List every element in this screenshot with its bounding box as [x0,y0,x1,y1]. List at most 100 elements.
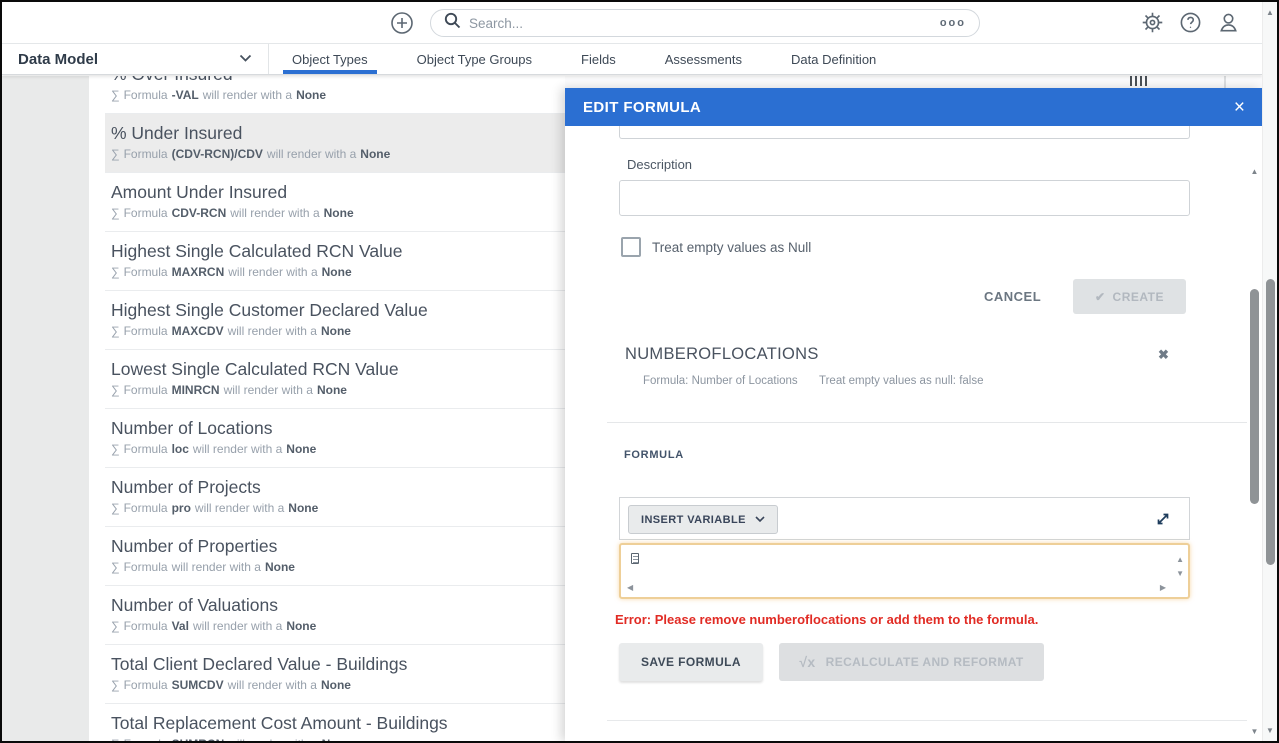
product-switcher[interactable]: Data Model [2,44,269,74]
formula-subtitle: ∑ Formula CDV-RCN will render with a Non… [111,206,565,220]
topbar-icons [1141,11,1240,34]
recalculate-label: RECALCULATE AND REFORMAT [826,655,1024,669]
nav-tabs: Object Types Object Type Groups Fields Asse… [290,44,878,74]
cancel-button[interactable]: CANCEL [984,289,1041,304]
treat-empty-null-checkbox[interactable] [621,237,641,257]
ellipsis-icon[interactable]: ooo [940,17,966,29]
formula-title: Total Replacement Cost Amount - Building… [111,712,565,735]
formula-subtitle: ∑ Formula MAXRCN will render with a None [111,265,565,279]
description-label: Description [627,157,692,172]
formula-title: Total Client Declared Value - Buildings [111,653,565,676]
tab-assessments[interactable]: Assessments [663,44,744,74]
formula-title: Number of Locations [111,417,565,440]
scroll-down-icon[interactable]: ▼ [1263,727,1277,735]
description-field[interactable] [619,180,1190,216]
sigma-icon: ∑ [111,501,120,515]
formula-list-panel: % Over Insured ∑ Formula -VAL will rende… [89,76,565,741]
divider [607,720,1247,721]
create-button-label: CREATE [1113,290,1164,304]
formula-list-item[interactable]: Total Replacement Cost Amount - Building… [105,704,565,741]
sigma-icon: ∑ [111,383,120,397]
formula-list-item[interactable]: Total Client Declared Value - Buildings … [105,645,565,704]
formula-error-message: Error: Please remove numberoflocations o… [615,612,1038,627]
insert-variable-button[interactable]: INSERT VARIABLE [628,505,778,534]
remove-variable-icon[interactable]: ✖ [1158,347,1169,363]
sigma-icon: ∑ [111,442,120,456]
formula-subtitle: ∑ Formula Val will render with a None [111,619,565,633]
formula-list-item[interactable]: Number of Locations ∑ Formula loc will r… [105,409,565,468]
scroll-up-icon[interactable]: ▲ [1248,168,1261,176]
search-bar[interactable]: ooo [430,9,980,37]
scrollbar-thumb[interactable] [1250,289,1259,504]
modal-body: Description Treat empty values as Null C… [565,126,1263,741]
tab-object-type-groups[interactable]: Object Type Groups [415,44,534,74]
formula-title: Highest Single Calculated RCN Value [111,240,565,263]
expand-icon[interactable] [1155,511,1171,527]
formula-code-editor[interactable]: ▲ ▼ ◀ ▶ [619,543,1190,599]
recalculate-button: √x RECALCULATE AND REFORMAT [779,643,1044,681]
scroll-left-icon[interactable]: ◀ [627,584,633,592]
sqrt-icon: √x [799,654,815,670]
sigma-icon: ∑ [111,737,120,741]
scroll-down-icon[interactable]: ▼ [1248,728,1261,736]
formula-title: Number of Valuations [111,594,565,617]
modal-title: EDIT FORMULA [583,99,701,116]
scroll-right-icon[interactable]: ▶ [1160,584,1166,592]
formula-list-item[interactable]: % Under Insured ∑ Formula (CDV-RCN)/CDV … [105,114,565,173]
formula-title: Number of Projects [111,476,565,499]
scrollbar-thumb[interactable] [1266,279,1275,565]
formula-list-item[interactable]: Highest Single Calculated RCN Value ∑ Fo… [105,232,565,291]
bar-chart-icon [1130,76,1147,86]
insert-variable-label: INSERT VARIABLE [641,514,746,526]
help-icon[interactable] [1179,11,1202,34]
sigma-icon: ∑ [111,324,120,338]
variable-formula-meta: Formula: Number of Locations [643,375,798,387]
save-formula-button[interactable]: SAVE FORMULA [619,643,763,681]
chevron-down-icon [239,50,252,68]
formula-title: % Under Insured [111,122,565,145]
check-icon: ✔ [1095,290,1106,304]
formula-subtitle: ∑ Formula -VAL will render with a None [111,88,565,102]
create-button: ✔ CREATE [1073,279,1186,314]
formula-subtitle: ∑ Formula (CDV-RCN)/CDV will render with… [111,147,565,161]
formula-list-item[interactable]: Amount Under Insured ∑ Formula CDV-RCN w… [105,173,565,232]
formula-subtitle: ∑ Formula MAXCDV will render with a None [111,324,565,338]
app-window: ooo [0,0,1279,743]
tab-data-definition[interactable]: Data Definition [789,44,878,74]
formula-editor-toolbar: INSERT VARIABLE [619,497,1190,540]
left-sidebar [2,76,89,741]
modal-scrollbar[interactable]: ▲ ▼ [1248,166,1261,739]
formula-list-item[interactable]: Number of Projects ∑ Formula pro will re… [105,468,565,527]
formula-list-item[interactable]: % Over Insured ∑ Formula -VAL will rende… [105,76,565,114]
search-input[interactable] [469,16,932,31]
sigma-icon: ∑ [111,560,120,574]
sigma-icon: ∑ [111,678,120,692]
search-icon [444,12,461,34]
tab-object-types[interactable]: Object Types [290,44,370,74]
name-field-partial[interactable] [619,126,1190,139]
formula-subtitle: ∑ Formula SUMRCN will render with a None [111,737,565,741]
formula-list-item[interactable]: Number of Valuations ∑ Formula Val will … [105,586,565,645]
formula-list-item[interactable]: Number of Properties ∑ Formula will rend… [105,527,565,586]
page-scrollbar[interactable]: ▲ ▼ [1262,2,1277,741]
product-label: Data Model [18,51,98,68]
close-icon[interactable]: × [1234,98,1245,117]
add-icon[interactable] [390,11,414,35]
formula-subtitle: ∑ Formula will render with a None [111,560,565,574]
sigma-icon: ∑ [111,619,120,633]
gear-icon[interactable] [1141,11,1164,34]
scroll-up-icon[interactable]: ▲ [1263,9,1277,17]
tab-fields[interactable]: Fields [579,44,618,74]
formula-subtitle: ∑ Formula loc will render with a None [111,442,565,456]
navbar: Data Model Object Types Object Type Group… [2,44,1262,75]
formula-list-item[interactable]: Lowest Single Calculated RCN Value ∑ For… [105,350,565,409]
sigma-icon: ∑ [111,265,120,279]
unknown-char-glyph [631,553,639,564]
formula-title: Amount Under Insured [111,181,565,204]
scroll-up-icon[interactable]: ▲ [1176,556,1184,564]
scroll-down-icon[interactable]: ▼ [1176,570,1184,578]
formula-list-item[interactable]: Highest Single Customer Declared Value ∑… [105,291,565,350]
formula-subtitle: ∑ Formula MINRCN will render with a None [111,383,565,397]
user-icon[interactable] [1217,11,1240,34]
chevron-down-icon [755,516,765,523]
